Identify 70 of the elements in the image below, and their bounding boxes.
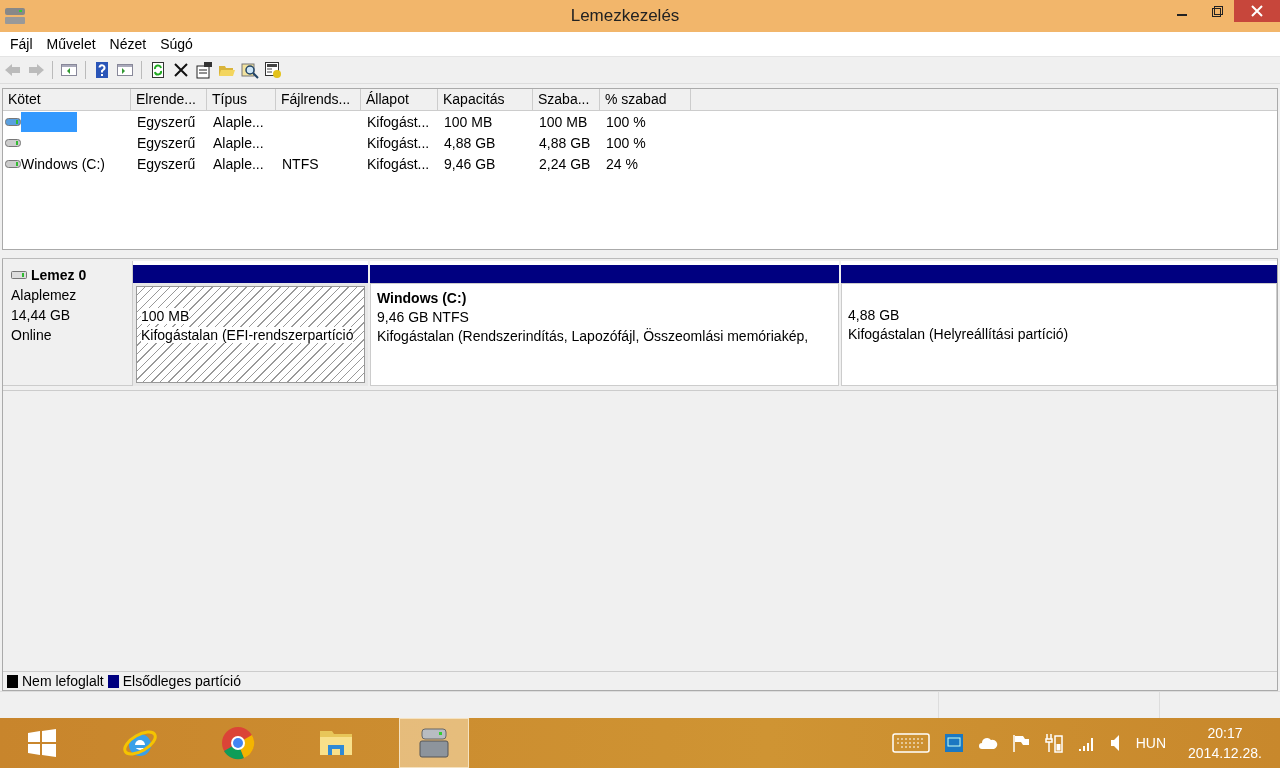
legend-label: Nem lefoglalt	[22, 673, 104, 689]
network-adapter-icon[interactable]	[943, 733, 964, 753]
column-header[interactable]: Kapacitás	[438, 89, 533, 110]
disk-name: Lemez 0	[31, 267, 87, 283]
menu-item[interactable]: Nézet	[102, 36, 154, 52]
table-cell: Egyszerű	[137, 113, 196, 130]
table-cell: NTFS	[282, 155, 319, 172]
partition-size: 9,46 GB NTFS	[377, 309, 469, 325]
taskbar-button[interactable]	[400, 719, 468, 767]
table-cell: Alaple...	[213, 134, 264, 151]
partition-name: Windows (C:)	[377, 290, 467, 306]
drive-icon	[11, 271, 27, 279]
column-header[interactable]: Típus	[207, 89, 276, 110]
disk-size: 14,44 GB	[11, 307, 72, 323]
properties-icon[interactable]	[194, 60, 214, 80]
magnifier-icon[interactable]	[240, 60, 260, 80]
close-icon	[1251, 5, 1263, 17]
battery-icon[interactable]	[1043, 733, 1064, 753]
signal-icon[interactable]	[1077, 735, 1096, 751]
table-cell: Kifogást...	[367, 155, 430, 172]
table-cell: 4,88 GB	[539, 134, 591, 151]
selection-highlight[interactable]	[21, 111, 77, 132]
partition-status: Kifogástalan (Rendszerindítás, Lapozófájl, Összeomlási memóriakép,	[377, 328, 809, 344]
table-cell: Kifogást...	[367, 113, 430, 130]
column-header[interactable]: Fájlrends...	[276, 89, 361, 110]
partition-block[interactable]: 100 MB Kifogástalan (EFI-rendszerpartíció	[133, 261, 368, 386]
menu-item[interactable]: Fájl	[3, 36, 40, 52]
menu-item[interactable]: Súgó	[153, 36, 200, 52]
partition-status: Kifogástalan (EFI-rendszerpartíció	[141, 327, 354, 343]
table-cell: 100 MB	[444, 113, 493, 130]
table-cell: Egyszerű	[137, 155, 196, 172]
keyboard-icon[interactable]	[891, 733, 930, 753]
table-cell: 9,46 GB	[444, 155, 496, 172]
partition-size: 4,88 GB	[848, 307, 900, 323]
table-cell: 2,24 GB	[539, 155, 591, 172]
table-cell: Windows (C:)	[21, 155, 105, 172]
partition-status: Kifogástalan (Helyreállítási partíció)	[848, 326, 1069, 342]
restore-icon	[1210, 5, 1223, 17]
close-button[interactable]	[1234, 0, 1280, 22]
table-cell: 100 %	[606, 113, 646, 130]
column-header[interactable]: % szabad	[600, 89, 691, 110]
drive-icon	[5, 117, 21, 126]
disk-drive-icon	[4, 6, 26, 26]
partition-block[interactable]: Windows (C:) 9,46 GB NTFS Kifogástalan (Rendszerindítás, Lapozófájl, Összeomlási memóriakép,	[370, 261, 839, 386]
table-cell: Alaple...	[213, 155, 264, 172]
partition-size: 100 MB	[141, 308, 190, 324]
disk-type: Alaplemez	[11, 287, 78, 303]
column-header[interactable]: Állapot	[361, 89, 438, 110]
flag-icon[interactable]	[1011, 734, 1030, 752]
speaker-icon[interactable]	[1109, 734, 1122, 752]
partition-block[interactable]: 4,88 GB Kifogástalan (Helyreállítási partíció)	[841, 261, 1277, 386]
legend-label: Elsődleges partíció	[122, 673, 241, 689]
table-cell: Egyszerű	[137, 134, 196, 151]
table-cell: 4,88 GB	[444, 134, 496, 151]
menu-item[interactable]: Művelet	[39, 36, 103, 52]
column-header[interactable]: Szaba...	[533, 89, 600, 110]
cloud-icon[interactable]	[977, 736, 998, 750]
table-cell: Alaple...	[213, 113, 264, 130]
column-header[interactable]: Elrende...	[131, 89, 207, 110]
minimize-icon	[1176, 14, 1187, 16]
table-cell: Kifogást...	[367, 134, 430, 151]
table-cell: 24 %	[606, 155, 638, 172]
drive-icon	[5, 159, 21, 168]
table-cell: 100 MB	[539, 113, 588, 130]
drive-icon	[5, 138, 21, 147]
table-cell: 100 %	[606, 134, 646, 151]
window-title: Lemezkezelés	[570, 6, 680, 26]
disk-status: Online	[11, 327, 53, 343]
column-header[interactable]: Kötet	[3, 89, 131, 110]
help-topic-icon[interactable]	[263, 60, 283, 80]
